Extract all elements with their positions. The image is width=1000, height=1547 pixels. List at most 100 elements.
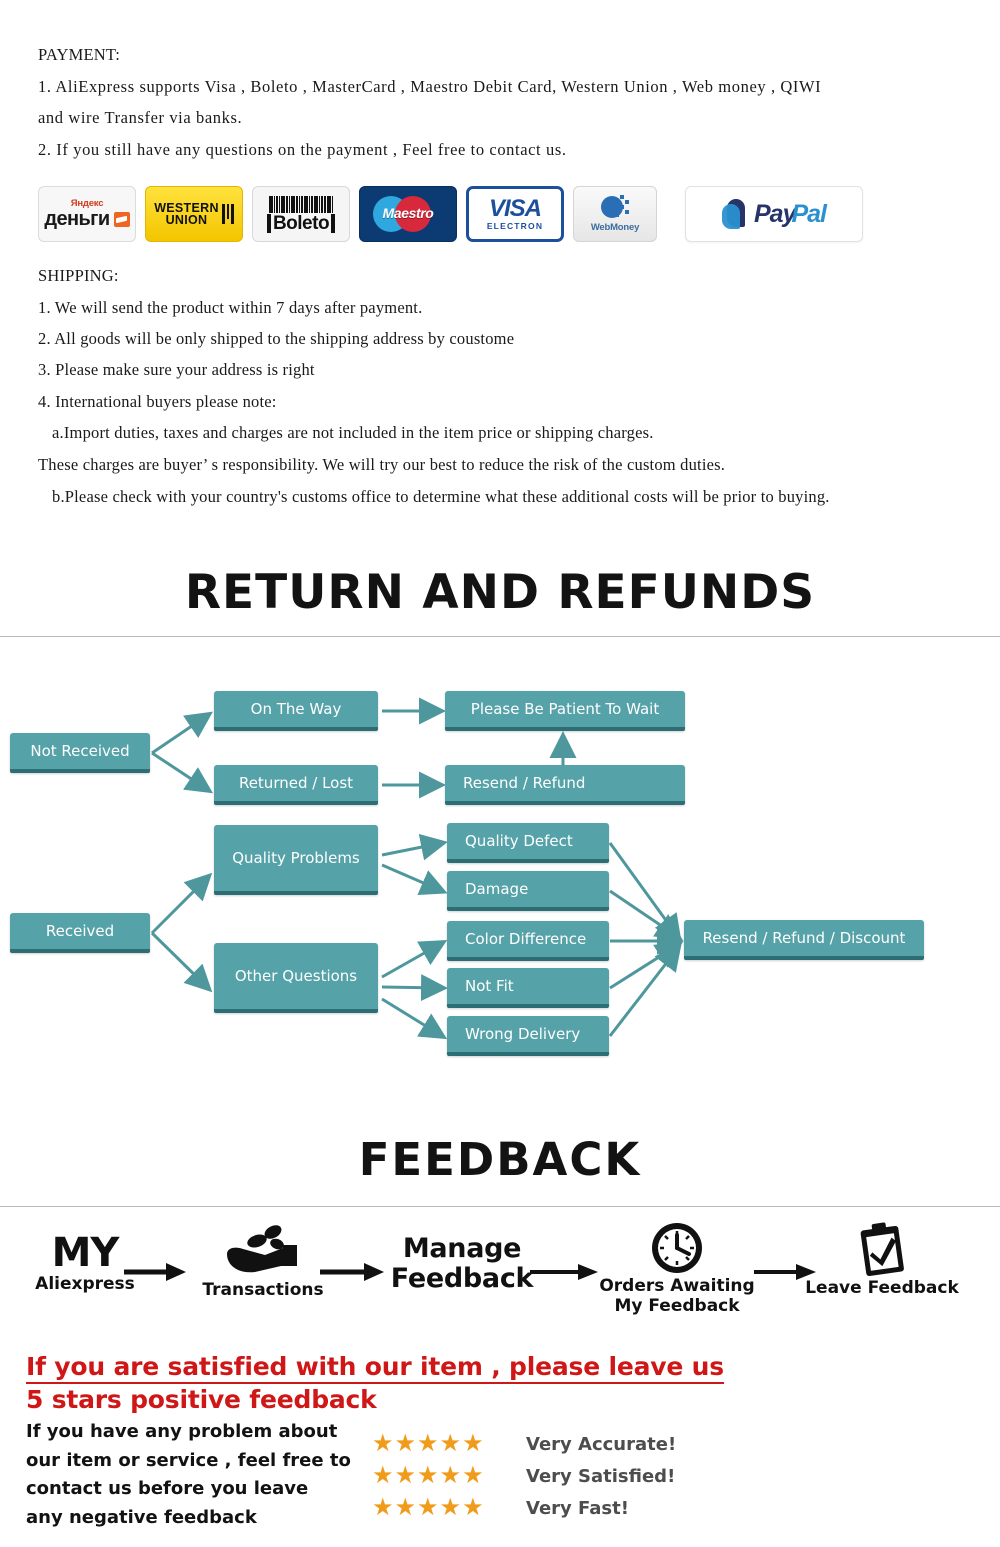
star-icon: ★ [417,1430,439,1457]
arrow-right-icon-2 [320,1263,384,1281]
star-icon: ★ [417,1494,439,1521]
rating-row: ★ ★ ★ ★ ★ Very Fast! [372,1492,676,1524]
section-divider-bottom [0,1206,1000,1207]
star-icon: ★ [394,1462,417,1489]
transactions-label: Transactions [202,1280,324,1300]
node-color-difference[interactable]: Color Difference [447,921,609,961]
star-rating-5: ★ ★ ★ ★ ★ [372,1432,512,1456]
payment-methods-strip: Яндекс деньги WESTERN UNION Boleto Maest… [38,186,863,242]
star-icon: ★ [439,1462,462,1489]
node-not-fit[interactable]: Not Fit [447,968,609,1008]
shipping-line-5: a.Import duties, taxes and charges are n… [52,423,654,442]
manage-feedback-line-1: Manage [402,1233,522,1264]
western-union-logo: WESTERN UNION [145,186,243,242]
promo-line-1: If you are satisfied with our item , ple… [26,1352,724,1384]
webmoney-label: WebMoney [590,222,640,233]
ratings-list: ★ ★ ★ ★ ★ Very Accurate! ★ ★ ★ ★ ★ Very … [372,1428,676,1524]
contact-note-line-4: any negative feedback [26,1506,257,1528]
node-on-the-way[interactable]: On The Way [214,691,378,731]
shipping-line-1: 1. We will send the product within 7 day… [38,298,423,317]
shipping-line-4: 4. International buyers please note: [38,392,277,411]
manage-feedback-line-2: Feedback [390,1263,534,1294]
paypal-p-icon [721,199,748,229]
leave-feedback-label: Leave Feedback [805,1278,959,1298]
star-icon: ★ [394,1430,417,1457]
contact-note: If you have any problem about our item o… [26,1418,356,1532]
shipping-line-6: These charges are buyer’ s responsibilit… [38,455,726,474]
promo-message: If you are satisfied with our item , ple… [26,1352,746,1416]
return-process-flowchart: Not Received On The Way Returned / Lost … [0,655,1000,1105]
webmoney-globe-icon [601,195,629,221]
star-icon: ★ [372,1494,394,1521]
paypal-label-pal: Pal [791,199,827,228]
wallet-icon [113,211,130,227]
star-rating-5: ★ ★ ★ ★ ★ [372,1464,512,1488]
western-union-line-2: UNION [165,213,208,227]
visa-label: VISA [488,195,542,222]
rating-row: ★ ★ ★ ★ ★ Very Accurate! [372,1428,676,1460]
shipping-heading: SHIPPING: [38,266,119,285]
node-received[interactable]: Received [10,913,150,953]
star-icon: ★ [394,1494,417,1521]
step-leave-feedback[interactable]: Leave Feedback [792,1220,972,1298]
step-orders-awaiting-my-feedback[interactable]: Orders Awaiting My Feedback [592,1220,762,1316]
star-icon: ★ [462,1430,484,1457]
shipping-line-3: 3. Please make sure your address is righ… [38,360,315,379]
contact-note-line-3: contact us before you leave [26,1478,309,1499]
step-transactions[interactable]: Transactions [188,1224,338,1300]
payment-line-3: 2. If you still have any questions on th… [38,140,567,159]
rating-row: ★ ★ ★ ★ ★ Very Satisfied! [372,1460,676,1492]
node-returned-lost[interactable]: Returned / Lost [214,765,378,805]
shipping-line-2: 2. All goods will be only shipped to the… [38,329,515,348]
orders-awaiting-label-1: Orders Awaiting [599,1276,755,1296]
node-resend-refund[interactable]: Resend / Refund [445,765,685,805]
step-manage-feedback[interactable]: Manage Feedback [382,1234,542,1294]
contact-note-line-1: If you have any problem about [26,1421,338,1442]
yandex-money-label: деньги [44,207,110,230]
node-quality-defect[interactable]: Quality Defect [447,823,609,863]
star-rating-5: ★ ★ ★ ★ ★ [372,1496,512,1520]
star-icon: ★ [462,1462,484,1489]
node-wrong-delivery[interactable]: Wrong Delivery [447,1016,609,1056]
node-damage[interactable]: Damage [447,871,609,911]
shipping-line-7: b.Please check with your country's custo… [52,487,830,506]
boleto-label: Boleto [266,213,336,233]
payment-line-2: and wire Transfer via banks. [38,108,243,127]
payment-line-1: 1. AliExpress supports Visa , Boleto , M… [38,77,822,96]
star-icon: ★ [462,1494,484,1521]
rating-label: Very Fast! [526,1497,629,1519]
boleto-logo: Boleto [252,186,350,242]
barcode-icon [269,195,333,213]
visa-electron-sublabel: ELECTRON [486,221,544,231]
star-icon: ★ [372,1462,394,1489]
maestro-label: Maestro [382,205,434,221]
star-icon: ★ [439,1494,462,1521]
rating-label: Very Satisfied! [526,1465,676,1487]
rating-label: Very Accurate! [526,1433,677,1455]
section-divider-top [0,636,1000,637]
clock-icon [652,1223,702,1273]
feedback-steps-flow: MY Aliexpress Transactions Manage Feedba… [0,1212,1000,1342]
promo-line-2: 5 stars positive feedback [26,1385,377,1414]
hand-coins-icon [227,1225,297,1273]
maestro-logo: Maestro [359,186,457,242]
node-not-received[interactable]: Not Received [10,733,150,773]
payment-heading: PAYMENT: [38,45,121,64]
node-other-questions[interactable]: Other Questions [214,943,378,1013]
western-union-bars-icon [221,204,234,224]
clipboard-check-icon [860,1222,904,1277]
arrow-right-icon-1 [124,1263,186,1281]
webmoney-logo: WebMoney [573,186,657,242]
star-icon: ★ [417,1462,439,1489]
visa-electron-logo: VISA ELECTRON [466,186,564,242]
orders-awaiting-label-2: My Feedback [614,1296,740,1316]
star-icon: ★ [372,1430,394,1457]
paypal-logo: Pay Pal [685,186,863,242]
node-resend-refund-discount[interactable]: Resend / Refund / Discount [684,920,924,960]
contact-note-line-2: our item or service , feel free to [26,1449,351,1471]
star-icon: ★ [439,1430,462,1457]
yandex-money-logo: Яндекс деньги [38,186,136,242]
feedback-heading: FEEDBACK [358,1133,642,1186]
node-please-be-patient-to-wait[interactable]: Please Be Patient To Wait [445,691,685,731]
node-quality-problems[interactable]: Quality Problems [214,825,378,895]
